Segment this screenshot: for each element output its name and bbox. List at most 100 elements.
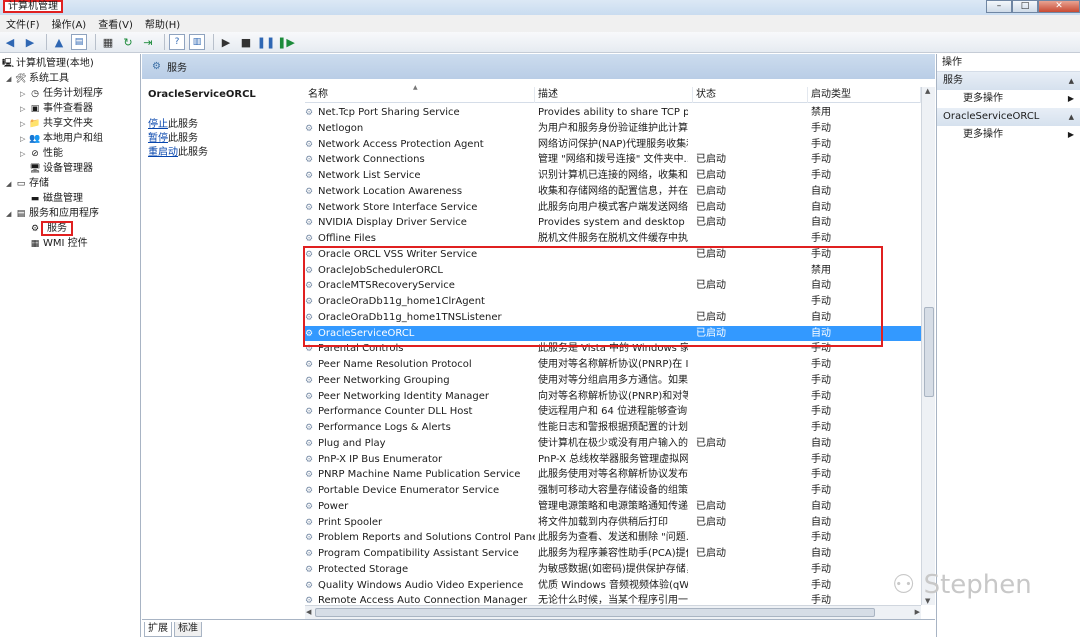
- tree-item-local-users[interactable]: ▷ 👥 本地用户和组: [20, 131, 103, 146]
- menu-help[interactable]: 帮助(H): [139, 16, 186, 31]
- actions-group-services[interactable]: 服务 ▲: [937, 72, 1080, 90]
- expand-arrow-icon[interactable]: ◢: [6, 207, 15, 222]
- service-row[interactable]: ⚙ Plug and Play 使计算机在极少或没有用户输入的... 已启动 自动: [305, 436, 921, 452]
- column-name[interactable]: 名称: [305, 87, 535, 103]
- service-row[interactable]: ⚙ Network Location Awareness 收集和存储网络的配置信息，…: [305, 184, 921, 200]
- more-actions-services[interactable]: 更多操作 ▶: [937, 90, 1080, 108]
- back-arrow-icon[interactable]: ◀: [2, 34, 18, 50]
- tab-standard[interactable]: 标准: [174, 622, 202, 637]
- services-header: ⚙ 服务: [142, 54, 935, 79]
- tree-item-shared-folders[interactable]: ▷ 📁 共享文件夹: [20, 116, 93, 131]
- export-icon[interactable]: ⇥: [140, 34, 156, 50]
- service-row[interactable]: ⚙ PnP-X IP Bus Enumerator PnP-X 总线枚举器服务管理虚…: [305, 452, 921, 468]
- tree-item-wmi-control[interactable]: ▦ WMI 控件: [29, 236, 88, 251]
- service-row[interactable]: ⚙ Network Connections 管理 "网络和拨号连接" 文件夹中...…: [305, 152, 921, 168]
- tree-item-services[interactable]: ⚙ 服务: [29, 221, 73, 236]
- service-row[interactable]: ⚙ Print Spooler 将文件加载到内存供稍后打印 已启动 自动: [305, 515, 921, 531]
- gear-icon: ⚙: [305, 470, 314, 481]
- collapse-arrow-icon[interactable]: ▷: [20, 147, 29, 162]
- console-tree-icon[interactable]: ▤: [71, 34, 87, 50]
- tree-item-event-viewer[interactable]: ▷ ▣ 事件查看器: [20, 101, 93, 116]
- service-row[interactable]: ⚙ OracleOraDb11g_home1TNSListener 已启动 自动: [305, 310, 921, 326]
- scroll-left-icon[interactable]: ◀: [306, 608, 311, 616]
- vertical-scroll-thumb[interactable]: [924, 307, 934, 397]
- column-description[interactable]: 描述: [535, 87, 693, 103]
- start-service-icon[interactable]: ▶: [218, 34, 234, 50]
- service-row[interactable]: ⚙ OracleServiceORCL 已启动 自动: [305, 325, 921, 342]
- tree-item-storage[interactable]: ◢ ▭ 存储: [6, 176, 49, 191]
- service-row[interactable]: ⚙ OracleMTSRecoveryService 已启动 自动: [305, 278, 921, 294]
- service-row[interactable]: ⚙ Performance Logs & Alerts 性能日志和警报根据预配置的计…: [305, 420, 921, 436]
- service-row[interactable]: ⚙ Network Store Interface Service 此服务向用户模式…: [305, 200, 921, 216]
- collapse-up-icon[interactable]: ▲: [1069, 72, 1074, 90]
- collapse-arrow-icon[interactable]: ▷: [20, 117, 29, 132]
- service-row[interactable]: ⚙ Peer Name Resolution Protocol 使用对等名称解析协议…: [305, 357, 921, 373]
- tree-item-device-manager[interactable]: 🖥 设备管理器: [29, 161, 93, 176]
- forward-arrow-icon[interactable]: ▶: [22, 34, 38, 50]
- tree-item-performance[interactable]: ▷ ⊘ 性能: [20, 146, 63, 161]
- tree-item-system-tools[interactable]: ◢ 🛠 系统工具: [6, 71, 69, 86]
- tab-extended[interactable]: 扩展: [144, 622, 172, 637]
- minimize-button[interactable]: –: [986, 0, 1012, 13]
- refresh-icon[interactable]: ↻: [120, 34, 136, 50]
- menu-action[interactable]: 操作(A): [46, 16, 93, 31]
- properties-icon[interactable]: ▦: [100, 34, 116, 50]
- up-folder-icon[interactable]: ▲: [51, 34, 67, 50]
- service-row[interactable]: ⚙ Parental Controls 此服务是 Vista 中的 Windows …: [305, 341, 921, 357]
- service-row[interactable]: ⚙ Oracle ORCL VSS Writer Service 已启动 手动: [305, 247, 921, 263]
- restart-service-icon[interactable]: ❚▶: [277, 34, 295, 50]
- service-name: ⚙ Peer Name Resolution Protocol: [305, 357, 535, 374]
- horizontal-scrollbar[interactable]: ◀ ▶: [305, 605, 921, 619]
- collapse-arrow-icon[interactable]: ▷: [20, 102, 29, 117]
- service-row[interactable]: ⚙ NVIDIA Display Driver Service Provides s…: [305, 215, 921, 231]
- horizontal-scroll-thumb[interactable]: [315, 608, 875, 617]
- service-row[interactable]: ⚙ Netlogon 为用户和服务身份验证维护此计算... 手动: [305, 121, 921, 137]
- service-row[interactable]: ⚙ PNRP Machine Name Publication Service 此服…: [305, 467, 921, 483]
- service-row[interactable]: ⚙ OracleJobSchedulerORCL 禁用: [305, 263, 921, 279]
- collapse-up-icon[interactable]: ▲: [1069, 108, 1074, 126]
- column-startup-type[interactable]: 启动类型: [808, 87, 921, 103]
- stop-service-link[interactable]: 停止: [148, 119, 168, 130]
- help-icon[interactable]: ?: [169, 34, 185, 50]
- service-row[interactable]: ⚙ Problem Reports and Solutions Control P…: [305, 530, 921, 546]
- menu-view[interactable]: 查看(V): [92, 16, 139, 31]
- pause-service-icon[interactable]: ❚❚: [257, 34, 275, 50]
- service-row[interactable]: ⚙ Portable Device Enumerator Service 强制可移动…: [305, 483, 921, 499]
- column-status[interactable]: 状态: [693, 87, 808, 103]
- service-row[interactable]: ⚙ Net.Tcp Port Sharing Service Provides ab…: [305, 105, 921, 121]
- stop-service-icon[interactable]: ■: [238, 34, 254, 50]
- gear-icon: ⚙: [305, 580, 314, 591]
- service-row[interactable]: ⚙ Network List Service 识别计算机已连接的网络，收集和... 已…: [305, 168, 921, 184]
- expand-arrow-icon[interactable]: ◢: [6, 177, 15, 192]
- scroll-up-icon[interactable]: ▲: [925, 87, 930, 95]
- service-row[interactable]: ⚙ Network Access Protection Agent 网络访问保护(N…: [305, 137, 921, 153]
- service-row[interactable]: ⚙ Offline Files 脱机文件服务在脱机文件缓存中执... 手动: [305, 231, 921, 247]
- close-button[interactable]: ✕: [1038, 0, 1080, 13]
- tree-item-task-scheduler[interactable]: ▷ ◷ 任务计划程序: [20, 86, 103, 101]
- tree-item-computer-management[interactable]: 🖳 计算机管理(本地): [2, 56, 94, 71]
- scroll-right-icon[interactable]: ▶: [915, 608, 920, 616]
- actions-group-oracle-service[interactable]: OracleServiceORCL ▲: [937, 108, 1080, 126]
- collapse-arrow-icon[interactable]: ▷: [20, 132, 29, 147]
- vertical-scrollbar[interactable]: ▲ ▼: [921, 87, 935, 605]
- service-row[interactable]: ⚙ Quality Windows Audio Video Experience 优…: [305, 578, 921, 594]
- restart-service-link[interactable]: 重启动: [148, 147, 178, 158]
- service-row[interactable]: ⚙Protected Storage为敏感数据(如密码)提供保护存储，...手动: [305, 562, 921, 578]
- collapse-arrow-icon[interactable]: ▷: [20, 87, 29, 102]
- service-row[interactable]: ⚙ OracleOraDb11g_home1ClrAgent 手动: [305, 294, 921, 310]
- menu-file[interactable]: 文件(F): [0, 16, 46, 31]
- more-actions-oracle-service[interactable]: 更多操作 ▶: [937, 126, 1080, 144]
- service-row[interactable]: ⚙ Power 管理电源策略和电源策略通知传递。 已启动 自动: [305, 499, 921, 515]
- expand-arrow-icon[interactable]: ◢: [6, 72, 15, 87]
- tree-item-services-and-apps[interactable]: ◢ ▤ 服务和应用程序: [6, 206, 99, 221]
- service-name-text: Network Store Interface Service: [318, 201, 478, 213]
- service-row[interactable]: ⚙ Program Compatibility Assistant Service…: [305, 546, 921, 562]
- service-row[interactable]: ⚙ Performance Counter DLL Host 使远程用户和 64 位…: [305, 404, 921, 420]
- tree-item-disk-management[interactable]: ▬ 磁盘管理: [29, 191, 83, 206]
- show-hide-icon[interactable]: ▥: [189, 34, 205, 50]
- service-description: PnP-X 总线枚举器服务管理虚拟网...: [538, 453, 688, 465]
- service-row[interactable]: ⚙ Peer Networking Grouping 使用对等分组启用多方通信。如果…: [305, 373, 921, 389]
- service-row[interactable]: ⚙ Peer Networking Identity Manager 向对等名称解析…: [305, 389, 921, 405]
- pause-service-link[interactable]: 暂停: [148, 133, 168, 144]
- maximize-button[interactable]: □: [1012, 0, 1038, 13]
